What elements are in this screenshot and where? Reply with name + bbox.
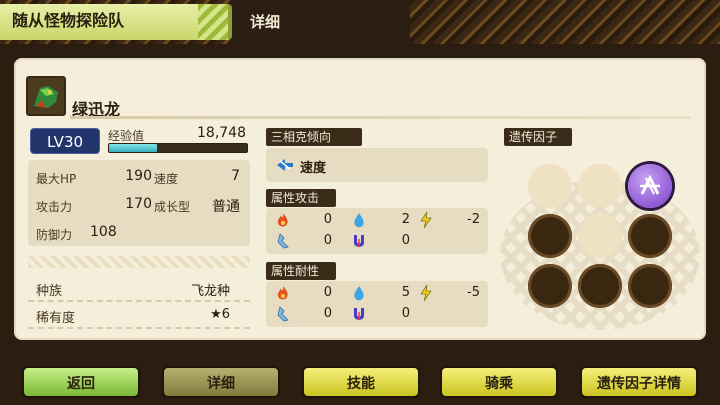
gene-slot-empty[interactable] xyxy=(528,164,572,208)
tendency-box: 速度 xyxy=(266,148,488,182)
gene-slot-dark[interactable] xyxy=(528,214,572,258)
genes-header: 遗传因子 xyxy=(504,128,572,146)
gene-slot-empty[interactable] xyxy=(578,214,622,258)
back-button[interactable]: 返回 xyxy=(22,366,140,398)
attack-value: 170 xyxy=(125,196,152,212)
gene-slot-skill[interactable] xyxy=(628,164,672,208)
attack-ice-value: 0 xyxy=(323,233,332,248)
level-badge: LV30 xyxy=(30,128,100,154)
rarity-value: ★6 xyxy=(210,307,230,322)
attack-dragon-value: 0 xyxy=(401,233,410,248)
resist-water-value: 5 xyxy=(401,285,410,300)
ice-icon xyxy=(276,306,290,326)
gene-slot-dark[interactable] xyxy=(528,264,572,308)
gene-detail-button[interactable]: 遗传因子详情 xyxy=(580,366,698,398)
hp-value: 190 xyxy=(125,168,152,184)
water-icon xyxy=(352,285,366,305)
detail-button[interactable]: 详细 xyxy=(162,366,280,398)
attack-elements-header: 属性攻击 xyxy=(266,189,336,207)
thunder-icon xyxy=(418,284,434,306)
resist-thunder-value: -5 xyxy=(467,285,480,300)
attack-water-value: 2 xyxy=(401,212,410,227)
attack-label: 攻击力 xyxy=(36,200,73,214)
ride-button[interactable]: 骑乘 xyxy=(440,366,558,398)
rarity-row: 稀有度 ★6 xyxy=(28,303,250,329)
rarity-label: 稀有度 xyxy=(36,311,76,326)
gene-slot-dark[interactable] xyxy=(628,214,672,258)
gene-slot-dark[interactable] xyxy=(628,264,672,308)
gene-slot-empty[interactable] xyxy=(578,164,622,208)
exp-value: 18,748 xyxy=(197,125,246,141)
gene-slot-dark[interactable] xyxy=(578,264,622,308)
zigzag-divider xyxy=(28,256,250,268)
speed-value: 7 xyxy=(231,168,240,184)
species-value: 飞龙种 xyxy=(190,284,230,299)
speed-icon xyxy=(276,157,294,177)
monster-portrait-icon xyxy=(26,76,66,116)
ice-icon xyxy=(276,233,290,253)
growth-label: 成长型 xyxy=(154,200,191,214)
speed-label: 速度 xyxy=(154,172,179,186)
resist-dragon-value: 0 xyxy=(401,306,410,321)
attack-elements-box: 0 2 -2 0 0 xyxy=(266,208,488,254)
species-row: 种族 飞龙种 xyxy=(28,276,250,302)
thunder-icon xyxy=(418,211,434,233)
title-stripe xyxy=(198,4,228,40)
growth-value: 普通 xyxy=(212,199,240,215)
tendency-header: 三相克倾向 xyxy=(266,128,362,146)
stats-box: 最大HP 190 速度 7 攻击力 170 成长型 普通 防御力 108 xyxy=(28,160,250,246)
resist-fire-value: 0 xyxy=(323,285,332,300)
dragon-icon xyxy=(352,306,366,326)
exp-bar xyxy=(108,143,248,153)
resist-elements-box: 0 5 -5 0 0 xyxy=(266,281,488,327)
fire-icon xyxy=(276,212,290,232)
section-title: 详细 xyxy=(250,13,281,31)
resist-ice-value: 0 xyxy=(323,306,332,321)
resist-elements-header: 属性耐性 xyxy=(266,262,336,280)
fire-icon xyxy=(276,285,290,305)
defense-value: 108 xyxy=(90,224,117,240)
species-label: 种族 xyxy=(36,284,63,299)
name-divider xyxy=(70,116,690,119)
exp-bar-fill xyxy=(109,144,158,152)
dragon-icon xyxy=(352,233,366,253)
app-title: 随从怪物探险队 xyxy=(12,11,125,30)
attack-thunder-value: -2 xyxy=(467,212,480,227)
defense-label: 防御力 xyxy=(36,228,73,242)
gene-skill-icon xyxy=(640,174,660,195)
water-icon xyxy=(352,212,366,232)
exp-label: 经验值 xyxy=(108,129,145,143)
attack-fire-value: 0 xyxy=(323,212,332,227)
skills-button[interactable]: 技能 xyxy=(302,366,420,398)
tendency-value: 速度 xyxy=(300,161,327,176)
hp-label: 最大HP xyxy=(36,172,77,186)
